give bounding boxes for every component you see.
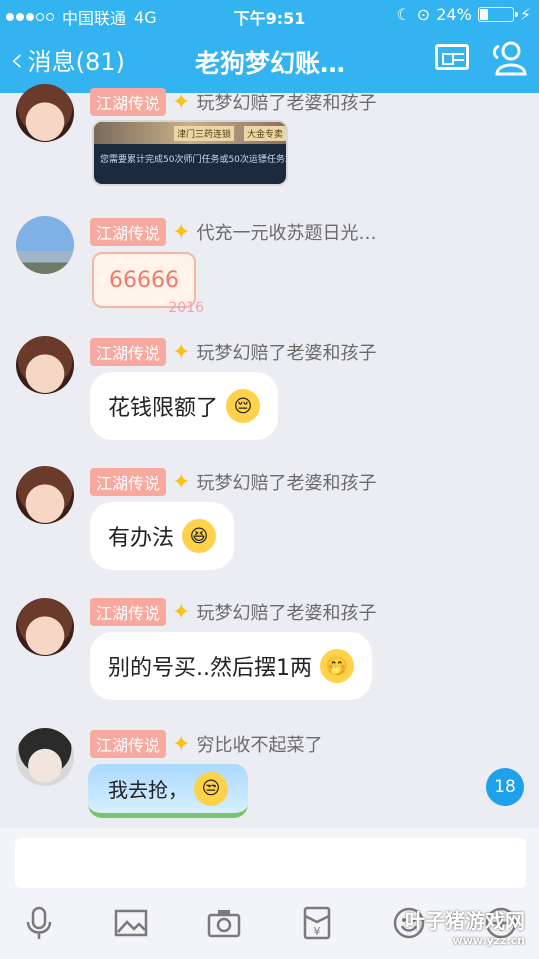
rank-badge: 江湖传说 — [90, 730, 167, 758]
star-icon: ✦ — [172, 469, 191, 495]
rank-badge: 江湖传说 — [90, 218, 167, 246]
page-title: 老狗梦幻账… — [194, 49, 345, 78]
watermark-url: www.yzz.cn — [452, 934, 525, 947]
message-bubble[interactable]: 有办法 😆 — [90, 502, 235, 570]
status-bar: 中国联通 4G 下午9:51 ☾ ⊙ 24% ⚡ — [0, 0, 539, 30]
rank-badge: 江湖传说 — [90, 338, 167, 366]
message-input[interactable] — [15, 838, 526, 888]
emoji-icon: 😔 — [226, 389, 261, 423]
unread-count-badge[interactable]: 18 — [486, 768, 524, 806]
battery-icon — [477, 7, 518, 22]
game-button-label: 大金专卖 — [244, 126, 286, 141]
chevron-left-icon: ‹ — [10, 39, 24, 80]
avatar[interactable] — [16, 728, 74, 786]
group-card-icon[interactable] — [435, 44, 469, 70]
avatar[interactable] — [16, 216, 74, 274]
lock-rotation-icon: ⊙ — [416, 5, 431, 24]
message-text: 我去抢， — [108, 778, 188, 802]
star-icon: ✦ — [172, 599, 191, 625]
watermark: 叶子猪游戏网 www.yzz.cn — [405, 905, 525, 947]
rank-badge: 江湖传说 — [90, 88, 167, 116]
emoji-icon: 😒 — [194, 771, 228, 806]
star-icon: ✦ — [172, 219, 191, 245]
avatar[interactable] — [16, 84, 74, 142]
sender-name: 穷比收不起菜了 — [196, 735, 323, 756]
emoji-icon: 😆 — [182, 519, 217, 553]
svg-text:¥: ¥ — [314, 925, 321, 938]
battery-percent: 24% — [436, 5, 472, 24]
sender-name: 玩梦幻赔了老婆和孩子 — [196, 93, 377, 114]
star-icon: ✦ — [172, 731, 191, 757]
emoji-icon: 🤭 — [319, 649, 354, 683]
avatar[interactable] — [16, 598, 74, 656]
themed-bubble[interactable]: 我去抢， 😒 — [88, 764, 248, 818]
top-bar: 中国联通 4G 下午9:51 ☾ ⊙ 24% ⚡ ‹ 消息(81) 老狗梦幻账… — [0, 0, 539, 93]
moon-icon: ☾ — [396, 5, 411, 24]
message-text: 66666 — [109, 267, 179, 293]
sender-name: 玩梦幻赔了老婆和孩子 — [196, 603, 377, 624]
message-bubble[interactable]: 别的号买..然后摆1两 🤭 — [90, 632, 372, 700]
sender-name: 代充一元收苏题日光… — [196, 223, 377, 244]
avatar[interactable] — [16, 466, 74, 524]
avatar[interactable] — [16, 336, 74, 394]
camera-icon[interactable] — [207, 906, 241, 940]
sender-name: 玩梦幻赔了老婆和孩子 — [196, 473, 377, 494]
image-message[interactable]: 津门三药连锁 大金专卖 您需要累计完成50次师门任务或50次运镖任务才能解除 — [92, 120, 288, 186]
message-text: 有办法 — [108, 526, 175, 551]
microphone-icon[interactable] — [22, 906, 56, 940]
game-banner: 津门三药连锁 大金专卖 — [94, 122, 286, 144]
message-bubble[interactable]: 花钱限额了 😔 — [90, 372, 279, 440]
nav-bar: ‹ 消息(81) 老狗梦幻账… — [0, 30, 539, 93]
image-caption: 您需要累计完成50次师门任务或50次运镖任务才能解除 — [100, 155, 286, 165]
game-button-label: 津门三药连锁 — [174, 126, 235, 141]
special-bubble[interactable]: 66666 2016 — [92, 252, 204, 316]
message-text: 花钱限额了 — [108, 396, 219, 421]
rank-badge: 江湖传说 — [90, 468, 167, 496]
image-icon[interactable] — [114, 906, 148, 940]
sender-name: 玩梦幻赔了老婆和孩子 — [196, 343, 377, 364]
charging-icon: ⚡ — [519, 5, 531, 24]
year-sticker: 2016 — [168, 300, 204, 316]
input-bar: ¥ 叶子猪游戏网 www.yzz.cn — [0, 828, 539, 959]
star-icon: ✦ — [172, 339, 191, 365]
message-text: 别的号买..然后摆1两 — [108, 656, 312, 681]
back-label: 消息(81) — [27, 48, 125, 76]
back-button[interactable]: ‹ 消息(81) — [10, 42, 125, 77]
red-packet-icon[interactable]: ¥ — [300, 906, 334, 940]
watermark-text: 叶子猪游戏网 — [405, 909, 525, 933]
group-members-icon[interactable] — [489, 40, 529, 76]
rank-badge: 江湖传说 — [90, 598, 167, 626]
star-icon: ✦ — [172, 89, 191, 115]
